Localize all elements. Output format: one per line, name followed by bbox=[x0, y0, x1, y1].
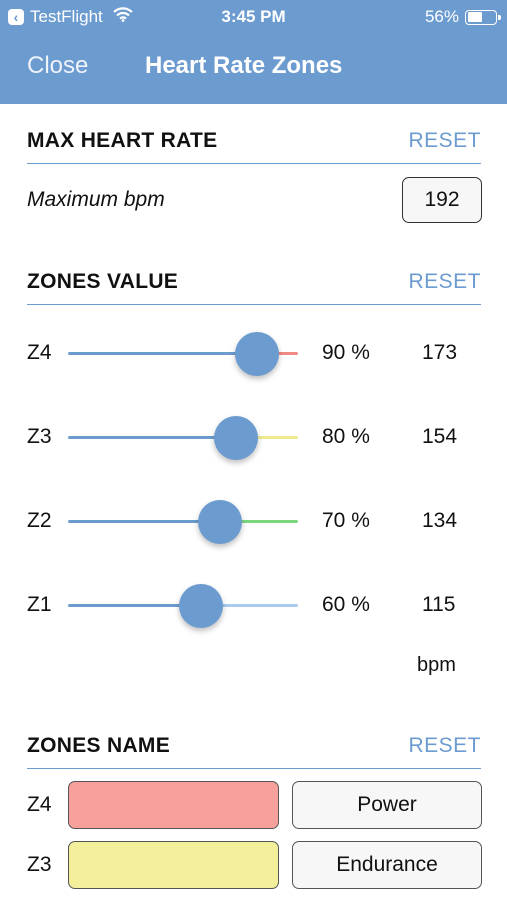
maximum-bpm-label: Maximum bpm bbox=[27, 188, 165, 211]
slider-track-filled[interactable] bbox=[68, 352, 257, 355]
header-bar: ‹ TestFlight 3:45 PM 56% Close Heart Rat… bbox=[0, 0, 507, 104]
zone-percent: 90 % bbox=[322, 341, 370, 364]
zone-label: Z1 bbox=[27, 593, 52, 616]
page-title: Heart Rate Zones bbox=[145, 52, 343, 79]
zone-name-row-z3: Z3 Endurance bbox=[0, 841, 507, 889]
slider-knob[interactable] bbox=[213, 416, 258, 460]
zone-name-input[interactable]: Power bbox=[292, 781, 482, 829]
zone-percent: 80 % bbox=[322, 425, 370, 448]
zone-label: Z3 bbox=[27, 425, 52, 448]
zone-row-z3: Z3 80 % 154 bbox=[0, 412, 507, 462]
maximum-bpm-input[interactable]: 192 bbox=[402, 177, 482, 223]
zones-value-reset-button[interactable]: RESET bbox=[408, 270, 481, 294]
zones-name-reset-button[interactable]: RESET bbox=[408, 734, 481, 758]
zone-percent: 60 % bbox=[322, 593, 370, 616]
slider-knob[interactable] bbox=[234, 332, 279, 376]
zone-row-z4: Z4 90 % 173 bbox=[0, 328, 507, 378]
status-bar: ‹ TestFlight 3:45 PM 56% bbox=[0, 0, 507, 36]
zone-row-z2: Z2 70 % 134 bbox=[0, 496, 507, 546]
slider-knob[interactable] bbox=[197, 500, 242, 544]
close-button[interactable]: Close bbox=[27, 52, 88, 80]
battery-percent: 56% bbox=[424, 7, 459, 26]
battery-tip bbox=[498, 14, 501, 20]
zone-bpm: 154 bbox=[422, 425, 458, 448]
zones-name-section-header: ZONES NAME RESET bbox=[27, 728, 481, 769]
zone-name-label: Z4 bbox=[27, 793, 52, 816]
zone-name-input[interactable]: Endurance bbox=[292, 841, 482, 889]
slider-track-filled[interactable] bbox=[68, 436, 236, 439]
zone-color-swatch[interactable] bbox=[68, 781, 279, 829]
zone-label: Z2 bbox=[27, 509, 52, 532]
zone-name-row-z4: Z4 Power bbox=[0, 781, 507, 829]
section-title-zones-value: ZONES VALUE bbox=[27, 270, 179, 293]
max-heart-rate-reset-button[interactable]: RESET bbox=[408, 129, 481, 153]
zone-color-swatch[interactable] bbox=[68, 841, 279, 889]
zone-row-z1: Z1 60 % 115 bbox=[0, 580, 507, 630]
max-heart-rate-section-header: MAX HEART RATE RESET bbox=[27, 123, 481, 164]
slider-knob[interactable] bbox=[179, 584, 224, 628]
zone-name-label: Z3 bbox=[27, 853, 52, 876]
bpm-unit-label: bpm bbox=[417, 654, 456, 676]
zones-value-section-header: ZONES VALUE RESET bbox=[27, 264, 481, 305]
status-right: 56% bbox=[424, 7, 501, 27]
section-title-zones-name: ZONES NAME bbox=[27, 734, 171, 757]
zone-bpm: 115 bbox=[422, 593, 456, 616]
section-title-max-heart-rate: MAX HEART RATE bbox=[27, 129, 218, 152]
battery-level-fill bbox=[467, 12, 483, 22]
zone-label: Z4 bbox=[27, 341, 52, 364]
zone-bpm: 173 bbox=[422, 341, 458, 364]
zone-percent: 70 % bbox=[322, 509, 370, 532]
battery-icon bbox=[465, 9, 501, 25]
zone-bpm: 134 bbox=[422, 509, 458, 532]
